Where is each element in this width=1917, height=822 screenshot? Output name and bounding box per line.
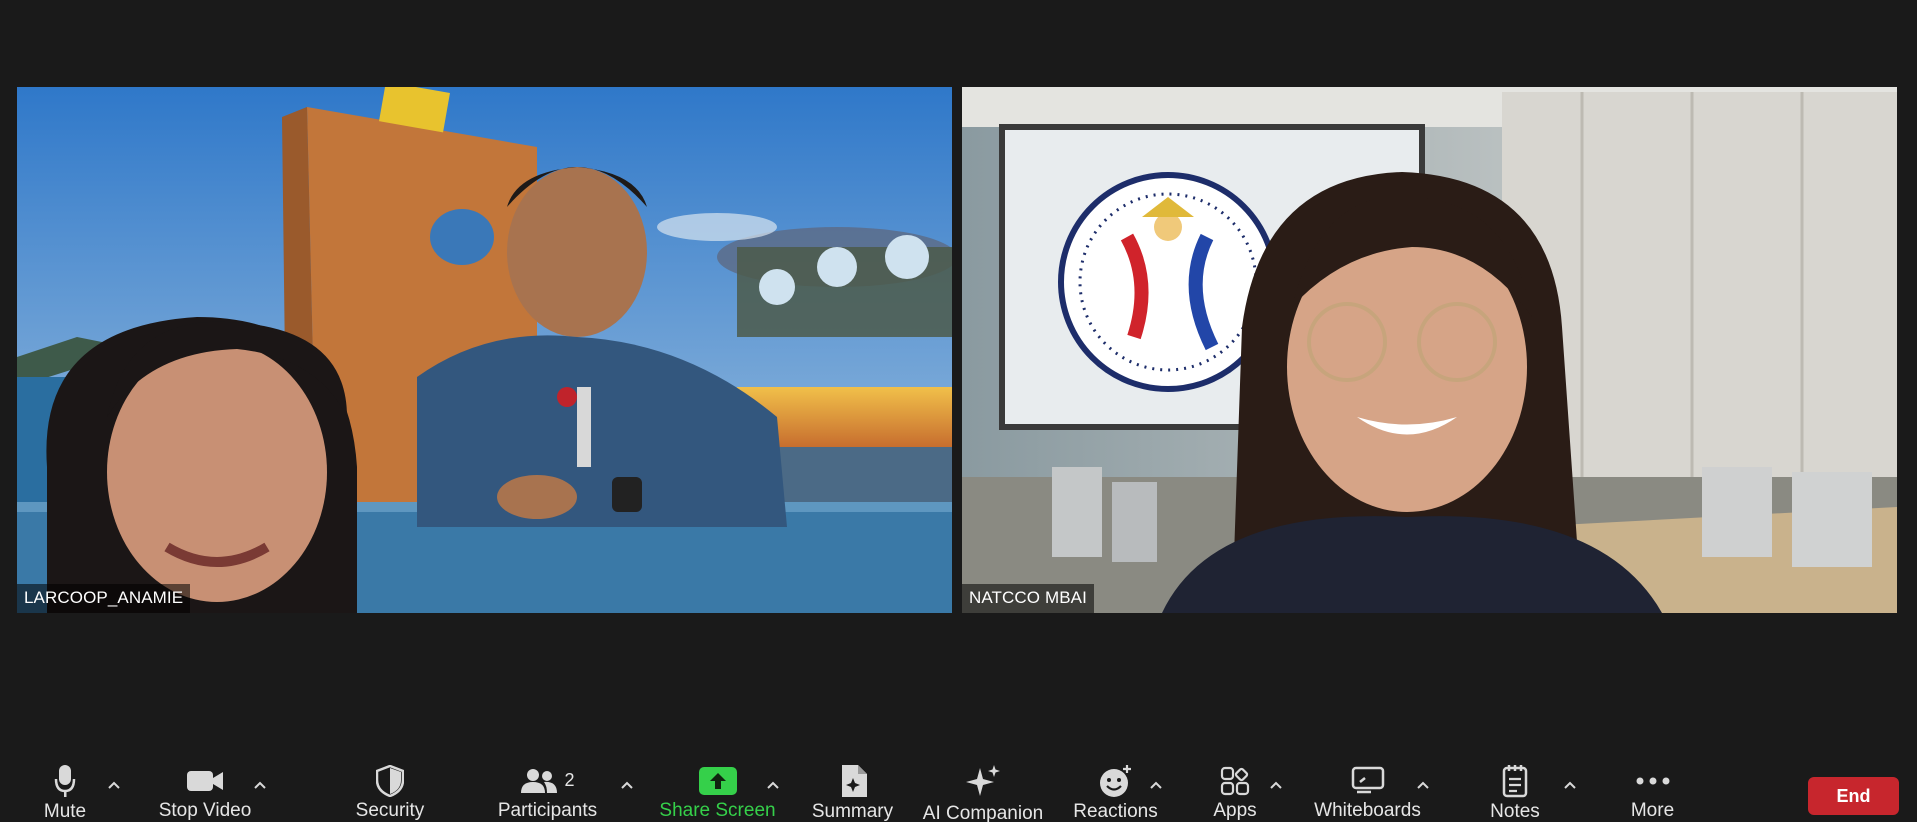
- end-meeting-button[interactable]: End: [1808, 777, 1899, 815]
- participant-name-label: NATCCO MBAI: [962, 584, 1094, 613]
- summary-button[interactable]: Summary: [805, 742, 900, 822]
- meeting-window: LARCOOP_ANAMIE NATCCO MBAI Mute Stop Vid…: [0, 0, 1917, 822]
- apps-label: Apps: [1213, 800, 1257, 821]
- summary-doc-icon: [838, 764, 868, 798]
- share-arrow-icon: [698, 764, 737, 797]
- reactions-options-chevron-up-icon[interactable]: [1146, 775, 1166, 795]
- participant-video: [962, 87, 1897, 613]
- security-label: Security: [355, 800, 425, 821]
- more-button[interactable]: More: [1615, 742, 1690, 822]
- smiley-plus-icon: [1099, 764, 1133, 798]
- mute-options-chevron-up-icon[interactable]: [104, 775, 124, 795]
- shield-icon: [376, 764, 404, 797]
- whiteboards-button[interactable]: Whiteboards: [1310, 742, 1425, 822]
- notes-options-chevron-up-icon[interactable]: [1560, 775, 1580, 795]
- apps-button[interactable]: Apps: [1205, 742, 1265, 822]
- more-dots-icon: [1636, 764, 1670, 797]
- share-screen-button[interactable]: Share Screen: [659, 742, 776, 822]
- participants-label: Participants: [497, 800, 598, 821]
- share-options-chevron-up-icon[interactable]: [763, 775, 783, 795]
- security-button[interactable]: Security: [345, 742, 435, 822]
- stop-video-button[interactable]: Stop Video: [150, 742, 260, 822]
- whiteboards-options-chevron-up-icon[interactable]: [1413, 775, 1433, 795]
- video-camera-icon: [186, 764, 224, 797]
- video-options-chevron-up-icon[interactable]: [250, 775, 270, 795]
- mute-label: Mute: [43, 801, 87, 822]
- video-tile-natcco-mbai[interactable]: NATCCO MBAI: [962, 87, 1897, 613]
- reactions-label: Reactions: [1073, 801, 1158, 822]
- participants-options-chevron-up-icon[interactable]: [617, 775, 637, 795]
- sparkle-icon: [965, 764, 1001, 800]
- apps-options-chevron-up-icon[interactable]: [1266, 775, 1286, 795]
- notes-icon: [1501, 764, 1529, 798]
- mute-button[interactable]: Mute: [30, 742, 100, 822]
- participant-name-label: LARCOOP_ANAMIE: [17, 584, 191, 613]
- whiteboard-icon: [1351, 764, 1385, 797]
- video-tile-larcoop-anamie[interactable]: LARCOOP_ANAMIE: [17, 87, 952, 613]
- participant-video: [17, 87, 952, 613]
- meeting-toolbar: Mute Stop Video Security 2 Participants …: [0, 742, 1917, 822]
- notes-button[interactable]: Notes: [1475, 742, 1555, 822]
- apps-grid-icon: [1220, 764, 1250, 797]
- summary-label: Summary: [811, 801, 894, 822]
- ai-companion-label: AI Companion: [922, 803, 1044, 822]
- participants-count: 2: [564, 770, 575, 790]
- share-screen-label: Share Screen: [659, 800, 776, 821]
- more-label: More: [1630, 800, 1675, 821]
- stop-video-label: Stop Video: [158, 800, 252, 821]
- notes-label: Notes: [1490, 801, 1540, 822]
- ai-companion-button[interactable]: AI Companion: [918, 742, 1048, 822]
- whiteboards-label: Whiteboards: [1314, 800, 1421, 821]
- microphone-icon: [54, 764, 76, 798]
- people-icon: 2: [520, 764, 575, 797]
- participants-button[interactable]: 2 Participants: [490, 742, 605, 822]
